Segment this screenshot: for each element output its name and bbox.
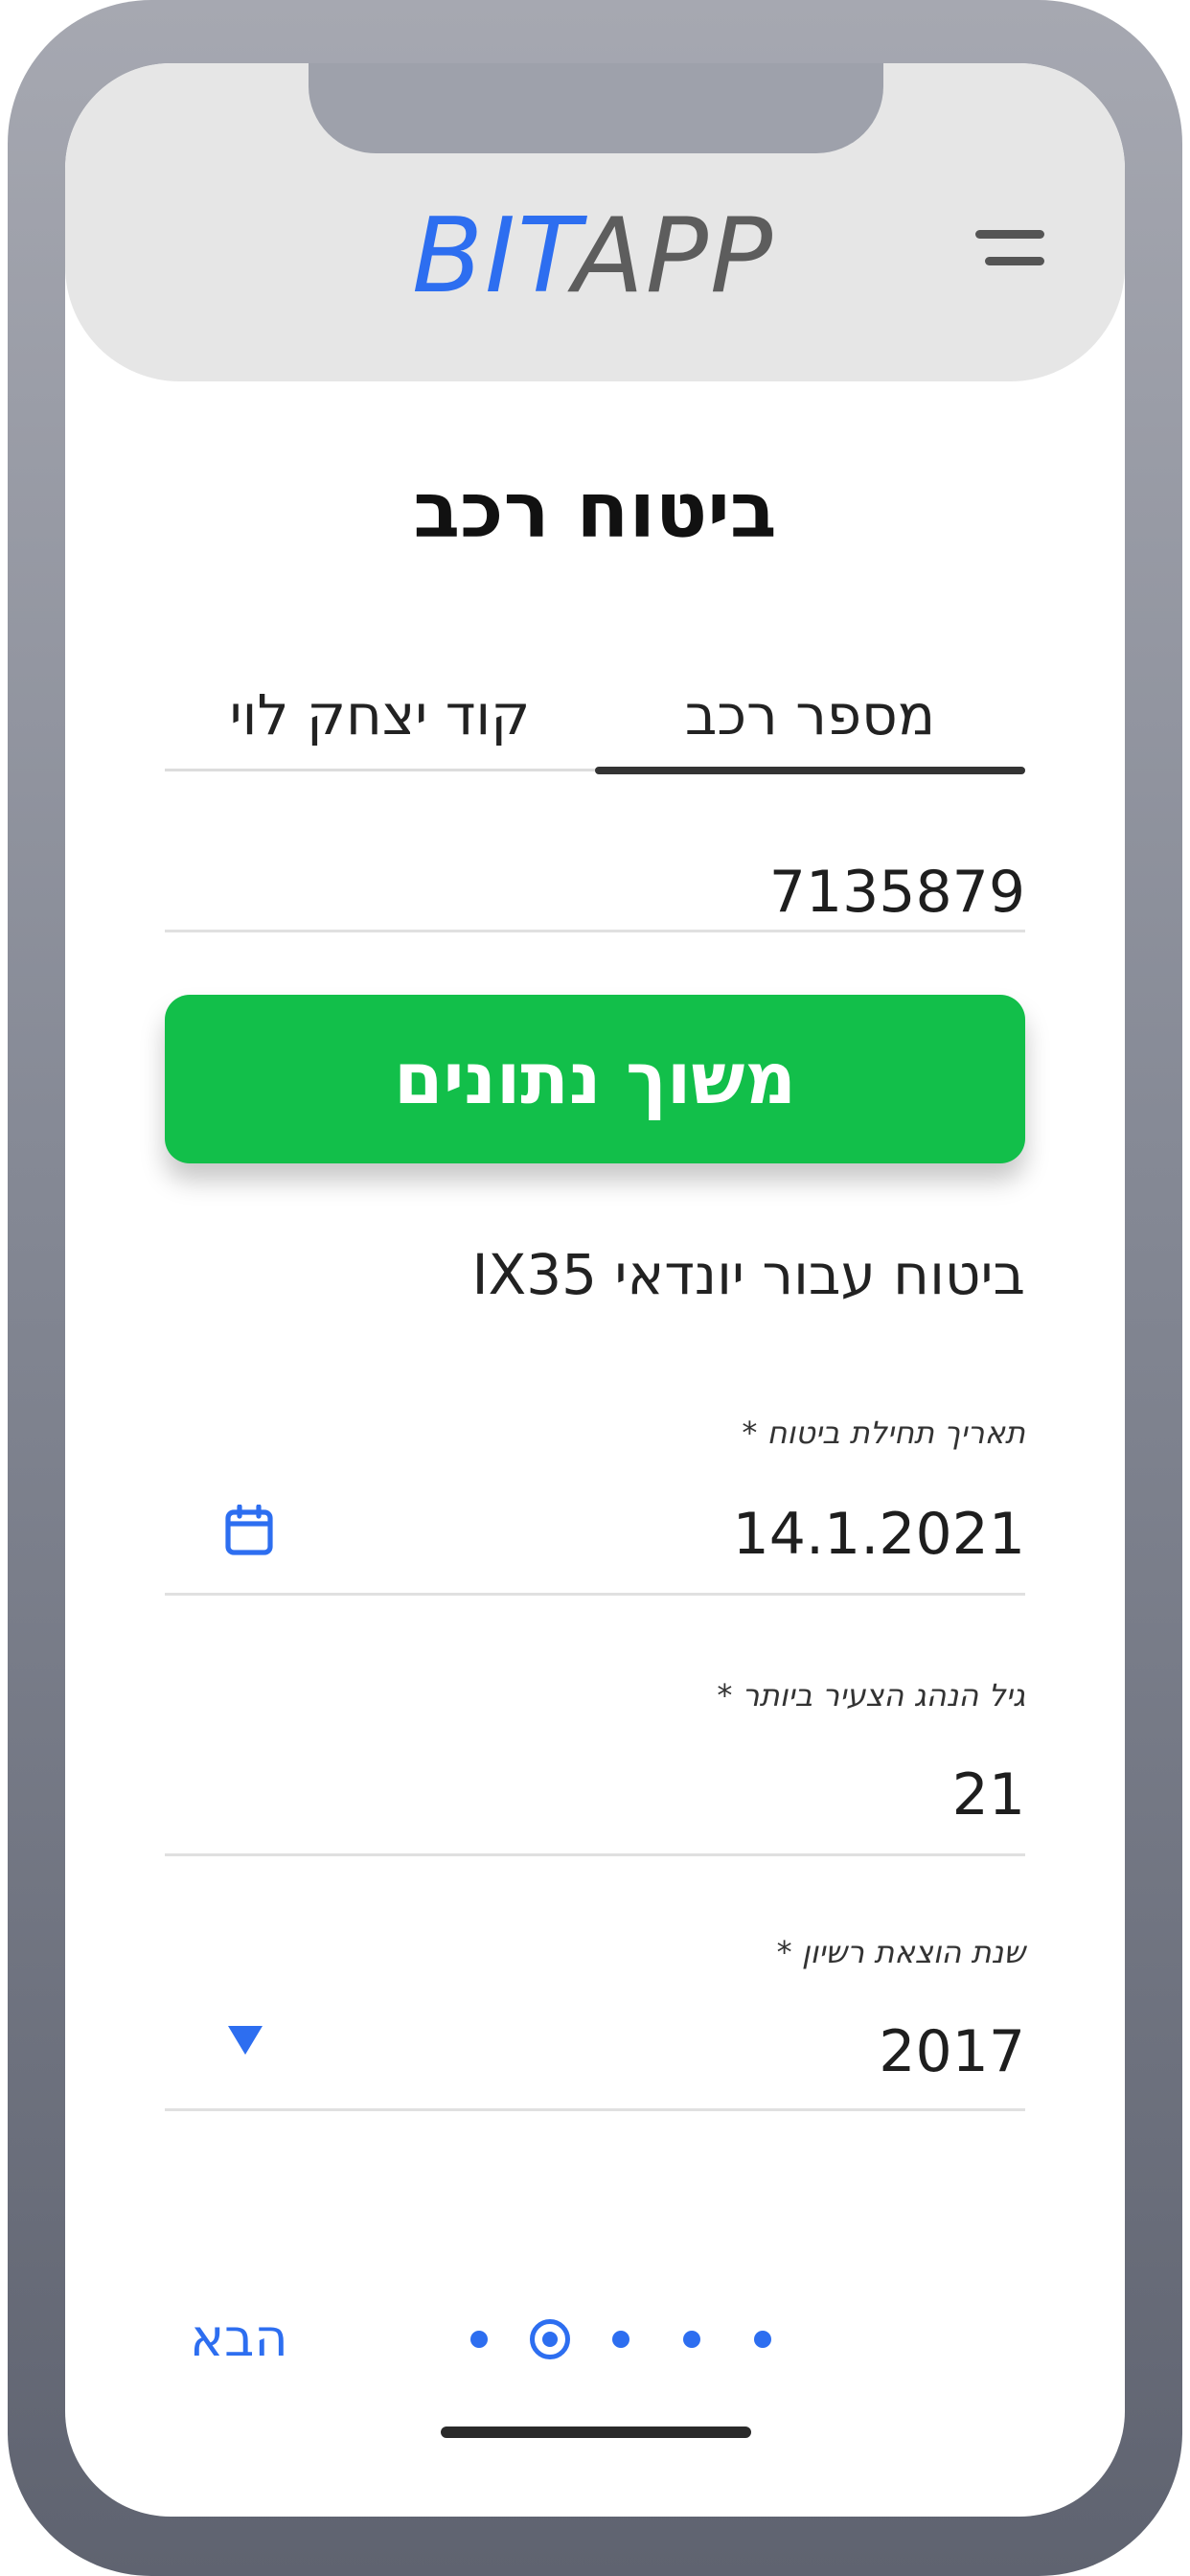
step-dot-3 (612, 2331, 629, 2348)
start-date-field[interactable]: 14.1.2021 (733, 1501, 1025, 1568)
start-date-label: תאריך תחילת ביטוח * (742, 1414, 1025, 1451)
vehicle-number-underline (165, 930, 1025, 932)
start-date-underline (165, 1593, 1025, 1596)
hamburger-menu-icon[interactable] (975, 218, 1052, 276)
logo-app: APP (573, 196, 775, 316)
license-year-underline (165, 2108, 1025, 2111)
app-logo: BITAPP (412, 205, 774, 309)
page-title: ביטוח רכב (413, 466, 777, 555)
calendar-icon[interactable] (224, 1505, 274, 1556)
step-dot-5 (470, 2331, 488, 2348)
step-dot-1 (754, 2331, 771, 2348)
step-dot-2 (683, 2331, 700, 2348)
youngest-driver-age-field[interactable]: 21 (952, 1761, 1025, 1828)
vehicle-description: ביטוח עבור יונדאי IX35 (471, 1242, 1025, 1307)
license-year-select[interactable]: 2017 (879, 2018, 1025, 2085)
app-screen: BITAPP ביטוח רכב מספר רכב קוד יצחק לוי 7… (65, 63, 1125, 2517)
fetch-data-button[interactable]: משוך נתונים (165, 995, 1025, 1163)
youngest-driver-age-underline (165, 1853, 1025, 1856)
tab-code[interactable]: קוד יצחק לוי (165, 677, 595, 769)
tab-bar: מספר רכב קוד יצחק לוי (165, 677, 1025, 774)
phone-frame: BITAPP ביטוח רכב מספר רכב קוד יצחק לוי 7… (8, 0, 1182, 2576)
home-indicator (441, 2426, 751, 2438)
license-year-label: שנת הוצאת רשיון * (776, 1934, 1025, 1970)
tab-vehicle-number[interactable]: מספר רכב (595, 677, 1025, 774)
vehicle-number-input[interactable]: 7135879 (769, 859, 1025, 926)
step-indicator (439, 2306, 784, 2373)
youngest-driver-age-label: גיל הנהג הצעיר ביותר * (717, 1677, 1025, 1714)
dropdown-arrow-icon[interactable] (226, 2024, 264, 2057)
phone-notch (309, 63, 883, 153)
next-button[interactable]: הבא (190, 2308, 288, 2368)
step-dot-4 (530, 2319, 570, 2359)
logo-bit: BIT (412, 196, 573, 316)
app-header: BITAPP (65, 63, 1125, 381)
